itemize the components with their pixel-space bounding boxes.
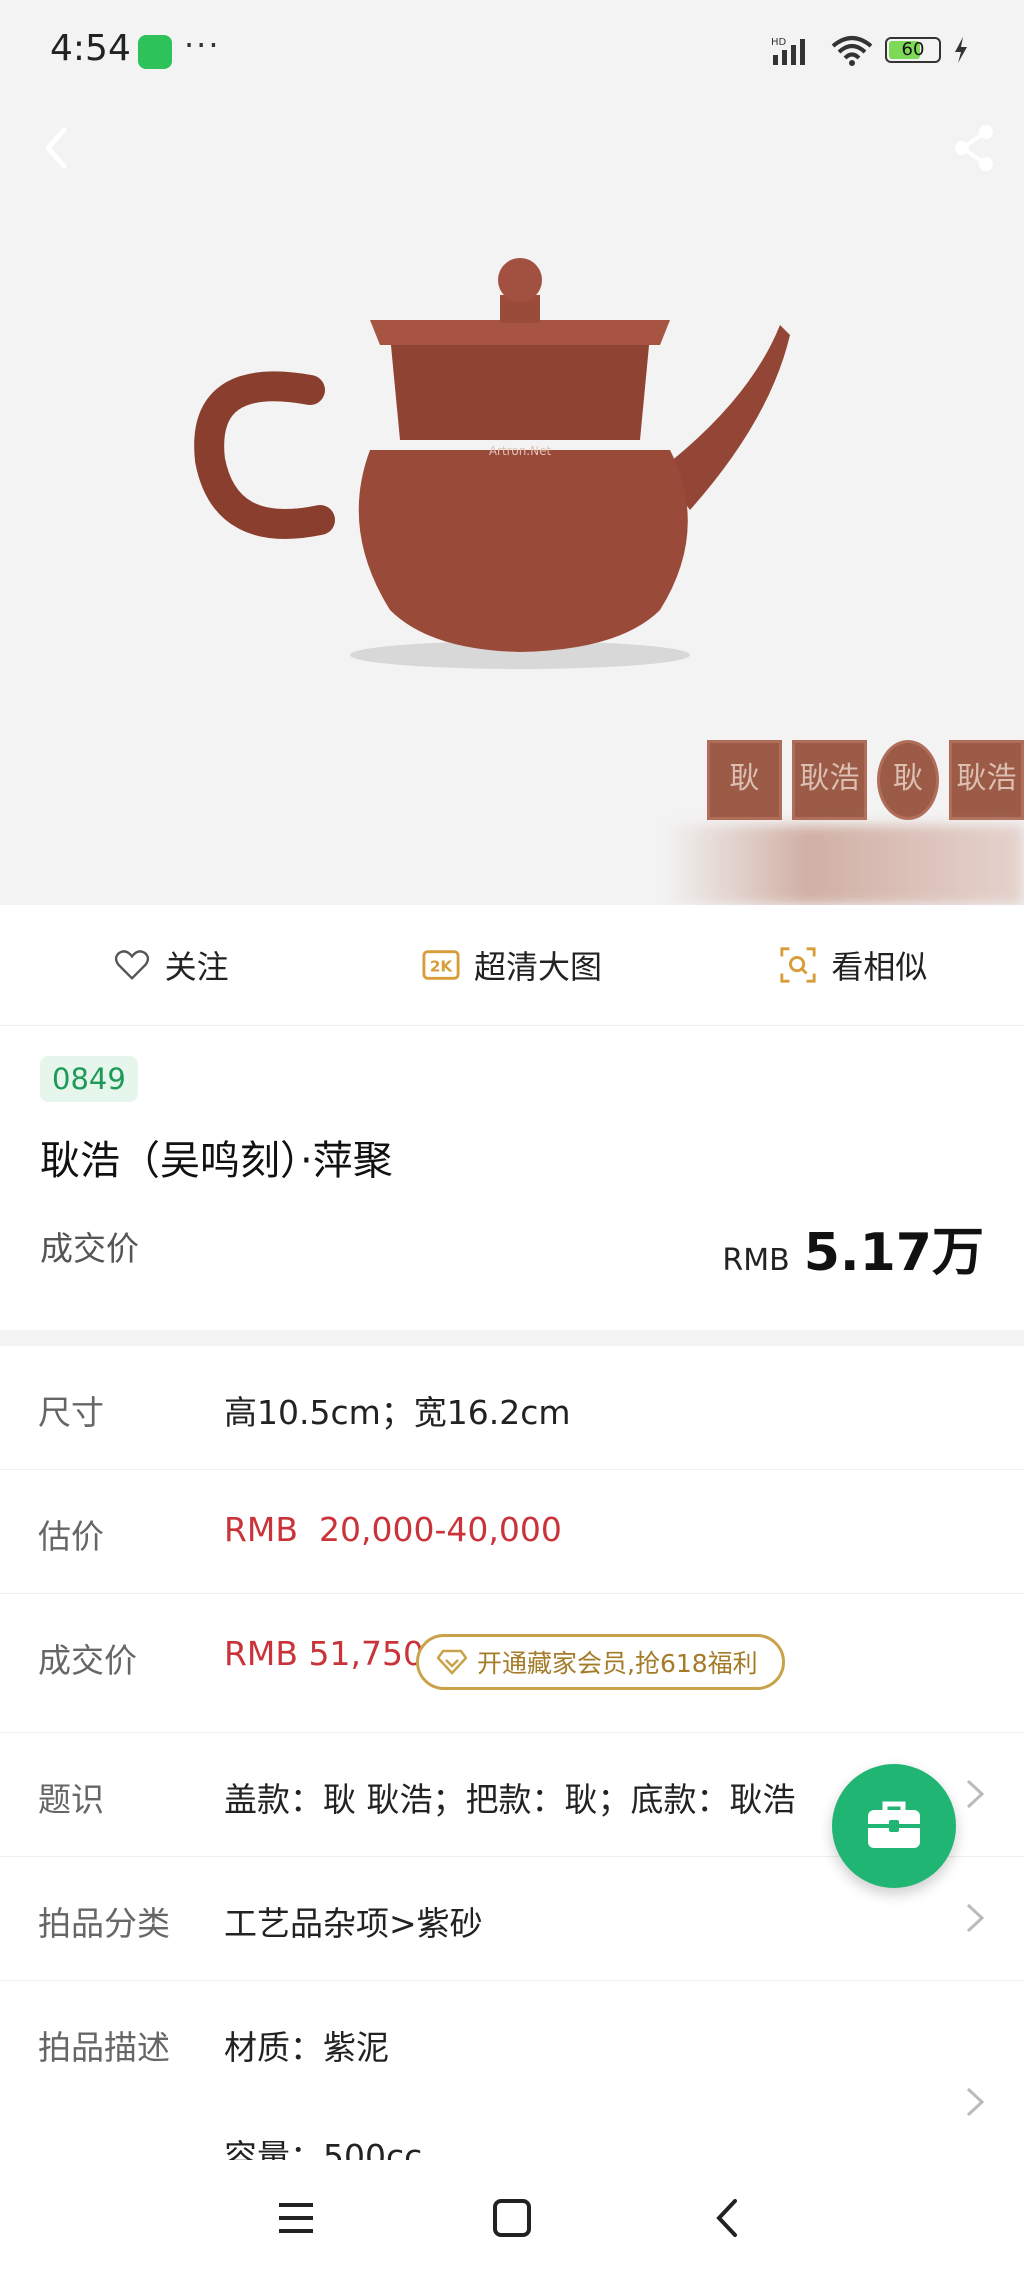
chevron-right-icon: [966, 1779, 985, 1809]
briefcase-icon: [868, 1801, 920, 1848]
heart-icon: [114, 950, 149, 980]
scan-search-icon: [780, 947, 816, 983]
battery-icon: 60: [885, 37, 941, 63]
deal-currency: RMB: [722, 1243, 790, 1278]
2k-icon: 2K: [422, 950, 460, 980]
lot-number-badge: 0849: [40, 1056, 138, 1102]
detail-value: RMB 20,000-40,000: [224, 1510, 562, 1549]
diamond-icon: [437, 1649, 467, 1675]
more-notifications-icon: ···: [184, 26, 221, 64]
seal-thumbnails: 耿 耿浩 耿 耿浩: [707, 740, 1024, 820]
seal-image: 耿浩: [949, 740, 1024, 820]
wechat-icon: [138, 35, 172, 69]
detail-value-continued: 容量：500cc: [224, 2137, 423, 2162]
deal-price-label: 成交价: [40, 1229, 139, 1268]
similar-button[interactable]: 看相似: [683, 905, 1024, 1025]
follow-label: 关注: [164, 948, 229, 986]
chevron-right-icon: [966, 1903, 985, 1933]
seal-image: 耿浩: [792, 740, 867, 820]
back-nav-icon[interactable]: [705, 2195, 751, 2241]
section-divider: [0, 1330, 1024, 1346]
status-icons: HD 60: [771, 34, 969, 66]
detail-row-size: 尺寸 高10.5cm；宽16.2cm: [0, 1346, 1024, 1470]
detail-label: 拍品分类: [38, 1904, 170, 1943]
wifi-icon: [831, 36, 873, 66]
detail-row-estimate: 估价 RMB 20,000-40,000: [0, 1470, 1024, 1594]
hd-image-button[interactable]: 2K 超清大图: [341, 905, 682, 1025]
svg-text:2K: 2K: [430, 958, 454, 976]
detail-value: 材质：紫泥: [224, 2028, 389, 2067]
status-bar: 4:54 ··· HD 60: [0, 0, 1024, 100]
follow-button[interactable]: 关注: [0, 905, 341, 1025]
briefcase-fab[interactable]: [832, 1764, 956, 1888]
status-time: 4:54: [50, 28, 131, 69]
deal-price: RMB 5.17万: [722, 1210, 984, 1285]
charging-icon: [955, 37, 967, 63]
hd-image-label: 超清大图: [473, 948, 602, 986]
vip-promo-button[interactable]: 开通藏家会员,抢618福利: [416, 1634, 785, 1690]
similar-label: 看相似: [831, 948, 928, 986]
detail-label: 题识: [38, 1780, 104, 1819]
detail-value: RMB 51,750: [224, 1634, 424, 1673]
back-icon[interactable]: [28, 118, 88, 178]
action-bar: 关注 2K 超清大图 看相似: [0, 905, 1024, 1026]
detail-value: 高10.5cm；宽16.2cm: [224, 1393, 571, 1432]
signal-icon: HD: [771, 37, 805, 65]
svg-text:HD: HD: [771, 37, 787, 48]
seal-image: 耿: [877, 740, 939, 820]
detail-value: 盖款：耿 耿浩；把款：耿；底款：耿浩: [224, 1780, 796, 1819]
lot-title: 耿浩（吴鸣刻）·萍聚: [40, 1138, 393, 1184]
chevron-right-icon: [966, 2087, 985, 2117]
svg-text:Artron.Net: Artron.Net: [489, 444, 552, 458]
lot-image[interactable]: 4:54 ··· HD 60 Artron.Net 耿 耿浩 耿 耿浩: [0, 0, 1024, 905]
detail-label: 拍品描述: [38, 2028, 170, 2067]
vip-promo-label: 开通藏家会员,抢618福利: [477, 1649, 758, 1678]
deal-value: 5.17万: [803, 1223, 984, 1283]
teapot-image: Artron.Net: [194, 258, 790, 669]
system-nav-bar: [0, 2160, 1024, 2276]
detail-label: 估价: [38, 1517, 104, 1556]
detail-label: 尺寸: [38, 1393, 104, 1432]
image-blur: [664, 825, 1024, 905]
detail-value: 工艺品杂项>紫砂: [224, 1904, 483, 1943]
battery-level: 60: [901, 39, 925, 60]
detail-list: 尺寸 高10.5cm；宽16.2cm 估价 RMB 20,000-40,000 …: [0, 1346, 1024, 2117]
seal-image: 耿: [707, 740, 782, 820]
menu-icon[interactable]: [273, 2195, 319, 2241]
home-icon[interactable]: [489, 2195, 535, 2241]
detail-row-description[interactable]: 拍品描述 材质：紫泥: [0, 1981, 1024, 2117]
detail-label: 成交价: [38, 1641, 137, 1680]
share-icon[interactable]: [944, 118, 1004, 178]
